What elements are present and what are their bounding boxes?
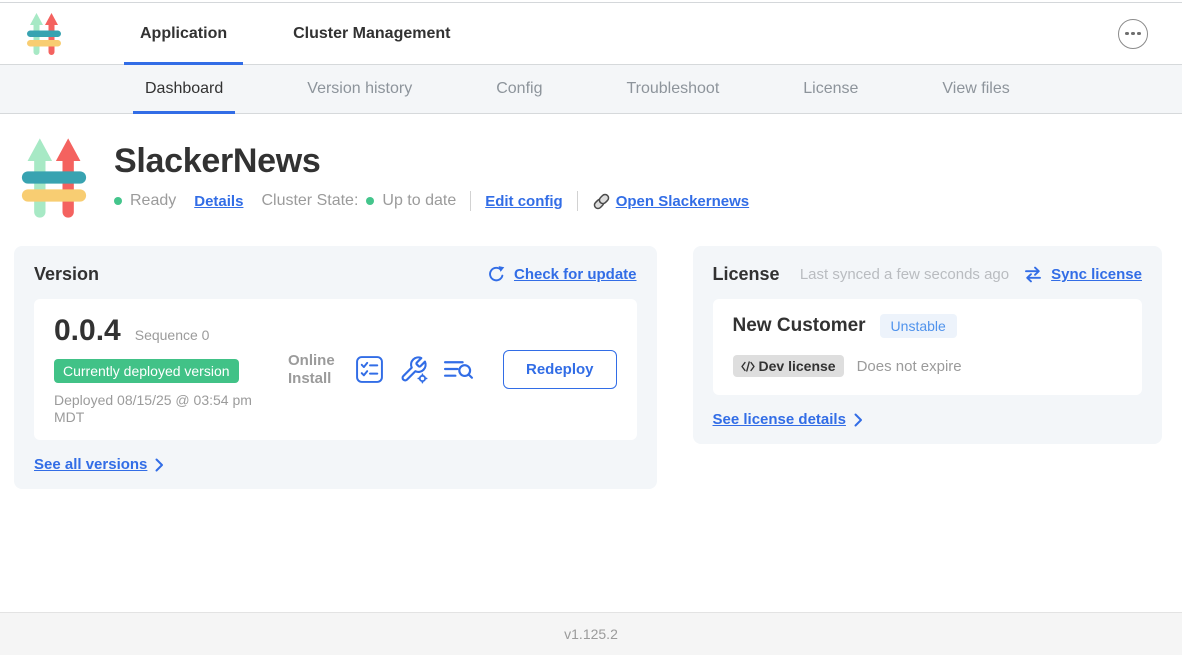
subnav-item-troubleshoot[interactable]: Troubleshoot — [626, 65, 719, 113]
app-header: SlackerNews Ready Details Cluster State:… — [0, 114, 1182, 222]
divider — [577, 191, 578, 211]
page-title: SlackerNews — [114, 142, 749, 181]
open-app-link[interactable]: Open Slackernews — [616, 193, 749, 210]
details-link[interactable]: Details — [194, 193, 243, 210]
license-card-title: License — [713, 264, 780, 285]
ellipsis-icon — [1125, 32, 1129, 36]
check-for-update-link[interactable]: Check for update — [514, 266, 637, 283]
preflight-checks-icon[interactable] — [355, 355, 384, 384]
app-logo-small[interactable] — [26, 3, 62, 64]
refresh-icon[interactable] — [487, 265, 506, 284]
console-footer: v1.125.2 — [0, 612, 1182, 655]
deployed-timestamp: Deployed 08/15/25 @ 03:54 pm MDT — [54, 392, 274, 425]
install-type-label: Online Install — [288, 352, 340, 387]
app-subnav: Dashboard Version history Config Trouble… — [0, 65, 1182, 114]
slackernews-logo-large — [20, 134, 88, 222]
subnav-item-dashboard[interactable]: Dashboard — [145, 65, 223, 113]
tab-cluster-management[interactable]: Cluster Management — [277, 3, 466, 64]
license-type-label: Dev license — [759, 358, 836, 374]
tab-application[interactable]: Application — [124, 3, 243, 64]
sequence-label: Sequence 0 — [135, 327, 210, 343]
version-card: Version Check for update 0.0.4 Sequence … — [14, 246, 657, 489]
edit-config-link[interactable]: Edit config — [485, 193, 563, 210]
chevron-right-icon — [155, 458, 164, 472]
cluster-state-label: Cluster State: — [261, 192, 358, 210]
version-card-title: Version — [34, 264, 99, 285]
chain-link-icon — [592, 192, 611, 211]
license-details-panel: New Customer Unstable Dev license Does n… — [713, 299, 1142, 395]
chevron-right-icon — [854, 413, 863, 427]
cluster-state-value: Up to date — [382, 192, 456, 210]
subnav-item-license[interactable]: License — [803, 65, 858, 113]
subnav-item-version-history[interactable]: Version history — [307, 65, 412, 113]
config-wrench-icon[interactable] — [399, 355, 428, 384]
redeploy-button[interactable]: Redeploy — [503, 350, 617, 389]
slackernews-logo-icon — [26, 11, 62, 57]
customer-name: New Customer — [733, 315, 866, 337]
code-icon — [741, 361, 755, 372]
overflow-menu-button[interactable] — [1118, 19, 1148, 49]
license-card: License Last synced a few seconds ago Sy… — [693, 246, 1162, 444]
sync-arrows-icon[interactable] — [1023, 266, 1043, 283]
divider — [470, 191, 471, 211]
subnav-item-config[interactable]: Config — [496, 65, 542, 113]
see-all-versions-link[interactable]: See all versions — [34, 456, 147, 473]
topnav-tabs: Application Cluster Management — [124, 3, 466, 64]
app-status-dot — [114, 197, 122, 205]
last-synced-text: Last synced a few seconds ago — [800, 266, 1009, 283]
deployed-badge: Currently deployed version — [54, 359, 239, 383]
app-status-text: Ready — [130, 192, 176, 210]
channel-badge: Unstable — [880, 314, 957, 338]
see-license-details-link[interactable]: See license details — [713, 411, 846, 428]
version-number: 0.0.4 — [54, 314, 121, 348]
top-navbar: Application Cluster Management — [0, 3, 1182, 65]
sync-license-link[interactable]: Sync license — [1051, 266, 1142, 283]
topnav-right — [1118, 3, 1148, 64]
subnav-item-view-files[interactable]: View files — [942, 65, 1009, 113]
license-expiry: Does not expire — [857, 358, 962, 375]
console-version: v1.125.2 — [564, 626, 618, 642]
cluster-state-dot — [366, 197, 374, 205]
current-version-panel: 0.0.4 Sequence 0 Currently deployed vers… — [34, 299, 637, 440]
dashboard-main: SlackerNews Ready Details Cluster State:… — [0, 114, 1182, 612]
deploy-logs-icon[interactable] — [443, 356, 474, 383]
app-status-row: Ready Details Cluster State: Up to date … — [114, 191, 749, 211]
license-type-badge: Dev license — [733, 355, 844, 377]
dashboard-cards: Version Check for update 0.0.4 Sequence … — [0, 222, 1182, 489]
